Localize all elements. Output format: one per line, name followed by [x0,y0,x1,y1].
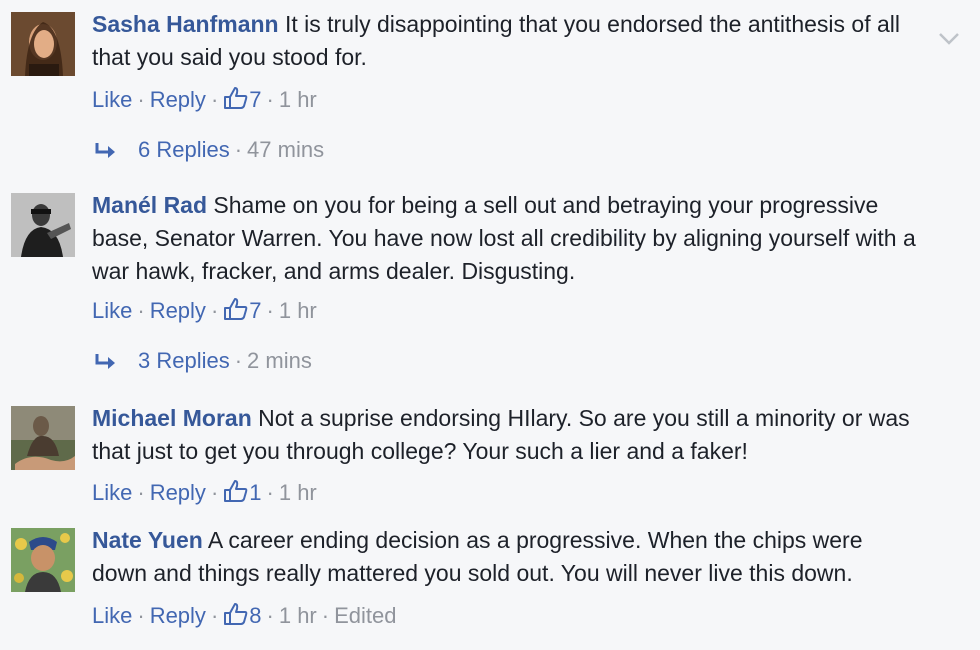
separator-dot: · [210,298,219,323]
comment-body: Nate Yuen A career ending decision as a … [92,527,920,590]
separator-dot: · [210,87,219,112]
like-button[interactable]: Like [92,298,132,323]
like-button[interactable]: Like [92,87,132,112]
separator-dot: · [266,480,274,505]
replies-time: 2 mins [247,348,312,373]
like-count[interactable]: 7 [249,298,261,323]
separator-dot: · [137,298,145,323]
separator-dot: · [210,480,219,505]
comment-actions: Like · Reply · 7 · 1 hr [92,297,317,325]
view-replies-link[interactable]: 3 Replies · 2 mins [94,347,312,375]
separator-dot: · [321,603,330,628]
comment-text: A career ending decision as a progressiv… [92,527,863,586]
separator-dot: · [266,603,274,628]
like-count[interactable]: 1 [249,480,261,505]
edited-label[interactable]: Edited [334,603,396,628]
avatar[interactable] [11,528,75,592]
separator-dot: · [210,603,219,628]
separator-dot: · [137,87,145,112]
comment-text-block: Nate Yuen A career ending decision as a … [92,524,920,590]
like-count[interactable]: 7 [249,87,261,112]
like-thumb-icon[interactable] [223,86,249,110]
timestamp[interactable]: 1 hr [279,298,317,323]
like-count[interactable]: 8 [249,603,261,628]
comment-text-block: Michael Moran Not a suprise endorsing HI… [92,402,920,468]
like-button[interactable]: Like [92,480,132,505]
like-button[interactable]: Like [92,603,132,628]
comment-options-chevron-icon[interactable] [938,32,960,46]
comment-text-block: Manél Rad Shame on you for being a sell … [92,189,920,288]
like-thumb-icon[interactable] [223,602,249,626]
separator-dot: · [266,298,274,323]
comment-body: Manél Rad Shame on you for being a sell … [92,192,920,288]
avatar[interactable] [11,12,75,76]
reply-button[interactable]: Reply [150,87,206,112]
reply-button[interactable]: Reply [150,480,206,505]
replies-count[interactable]: 3 Replies [138,348,230,373]
avatar[interactable] [11,193,75,257]
separator-dot: · [234,348,243,373]
separator-dot: · [137,480,145,505]
like-thumb-icon[interactable] [223,297,249,321]
view-replies-link[interactable]: 6 Replies · 47 mins [94,136,324,164]
reply-arrow-icon [94,351,120,371]
comment-author[interactable]: Manél Rad [92,192,207,218]
timestamp[interactable]: 1 hr [279,480,317,505]
timestamp[interactable]: 1 hr [279,87,317,112]
reply-arrow-icon [94,140,120,160]
reply-button[interactable]: Reply [150,298,206,323]
replies-time: 47 mins [247,137,325,162]
separator-dot: · [266,87,274,112]
replies-count[interactable]: 6 Replies [138,137,230,162]
reply-button[interactable]: Reply [150,603,206,628]
comment-actions: Like · Reply · 8 · 1 hr · Edited [92,602,396,630]
comment-body: Sasha Hanfmann It is truly disappointing… [92,11,920,74]
comment-body: Michael Moran Not a suprise endorsing HI… [92,405,920,468]
comment-author[interactable]: Nate Yuen [92,527,203,553]
separator-dot: · [137,603,145,628]
comment-author[interactable]: Michael Moran [92,405,252,431]
comment-text-block: Sasha Hanfmann It is truly disappointing… [92,8,920,74]
comment-text: Shame on you for being a sell out and be… [92,192,916,284]
comment-actions: Like · Reply · 7 · 1 hr [92,86,317,114]
separator-dot: · [234,137,243,162]
timestamp[interactable]: 1 hr [279,603,317,628]
comment-author[interactable]: Sasha Hanfmann [92,11,279,37]
comment-actions: Like · Reply · 1 · 1 hr [92,479,317,507]
avatar[interactable] [11,406,75,470]
like-thumb-icon[interactable] [223,479,249,503]
